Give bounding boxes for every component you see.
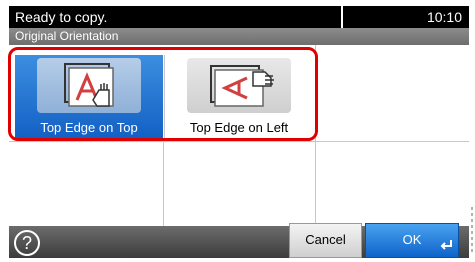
status-time: 10:10 (426, 9, 462, 25)
grid-divider (163, 140, 164, 226)
status-bar: Ready to copy. 10:10 (9, 6, 469, 28)
status-divider (341, 6, 343, 28)
grid-divider (9, 141, 469, 142)
side-marker (469, 205, 475, 255)
cancel-button[interactable]: Cancel (289, 223, 362, 258)
screen-title-bar: Original Orientation (9, 28, 469, 45)
selection-highlight (8, 47, 318, 141)
status-message: Ready to copy. (15, 9, 108, 25)
screen-title: Original Orientation (15, 29, 119, 43)
help-icon: ? (21, 233, 32, 253)
enter-icon (439, 239, 453, 254)
help-button[interactable]: ? (14, 230, 40, 256)
ok-button[interactable]: OK (365, 223, 459, 258)
cancel-label: Cancel (305, 232, 346, 247)
